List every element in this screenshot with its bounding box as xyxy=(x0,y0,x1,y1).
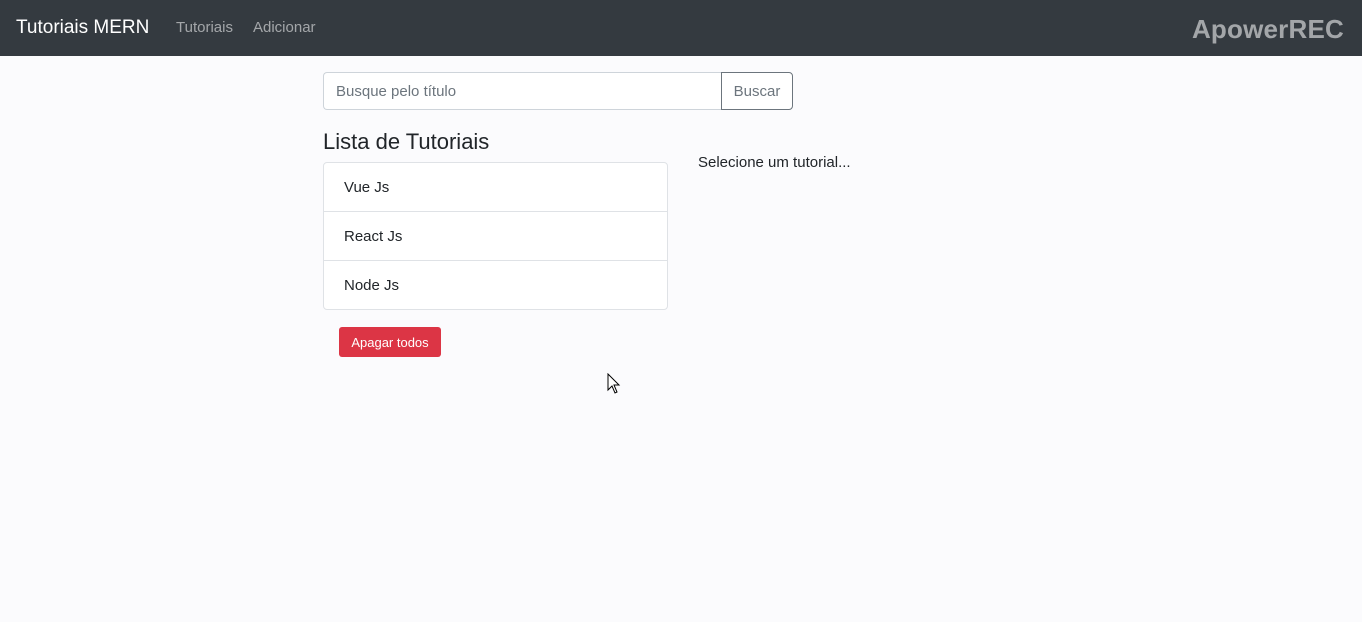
tutorial-list: Vue Js React Js Node Js xyxy=(323,162,668,310)
brand-link[interactable]: Tutoriais MERN xyxy=(16,17,149,39)
tutorial-list-item[interactable]: React Js xyxy=(324,211,667,260)
nav-link-adicionar[interactable]: Adicionar xyxy=(253,19,316,37)
tutorial-list-title: Lista de Tutoriais xyxy=(323,129,490,154)
apowerrec-watermark: ApowerREC xyxy=(1191,14,1344,44)
mouse-pointer-icon xyxy=(607,373,621,394)
search-input[interactable] xyxy=(323,72,721,110)
navbar: Tutoriais MERN Tutoriais Adicionar Apowe… xyxy=(0,0,1362,56)
tutorial-list-item[interactable]: Vue Js xyxy=(324,163,667,211)
delete-all-button[interactable]: Apagar todos xyxy=(339,327,441,357)
search-button[interactable]: Buscar xyxy=(721,72,793,110)
nav-link-tutoriais[interactable]: Tutoriais xyxy=(176,19,233,37)
select-tutorial-message: Selecione um tutorial... xyxy=(698,154,851,171)
search-group: Buscar xyxy=(323,72,793,110)
tutorial-list-item[interactable]: Node Js xyxy=(324,260,667,309)
